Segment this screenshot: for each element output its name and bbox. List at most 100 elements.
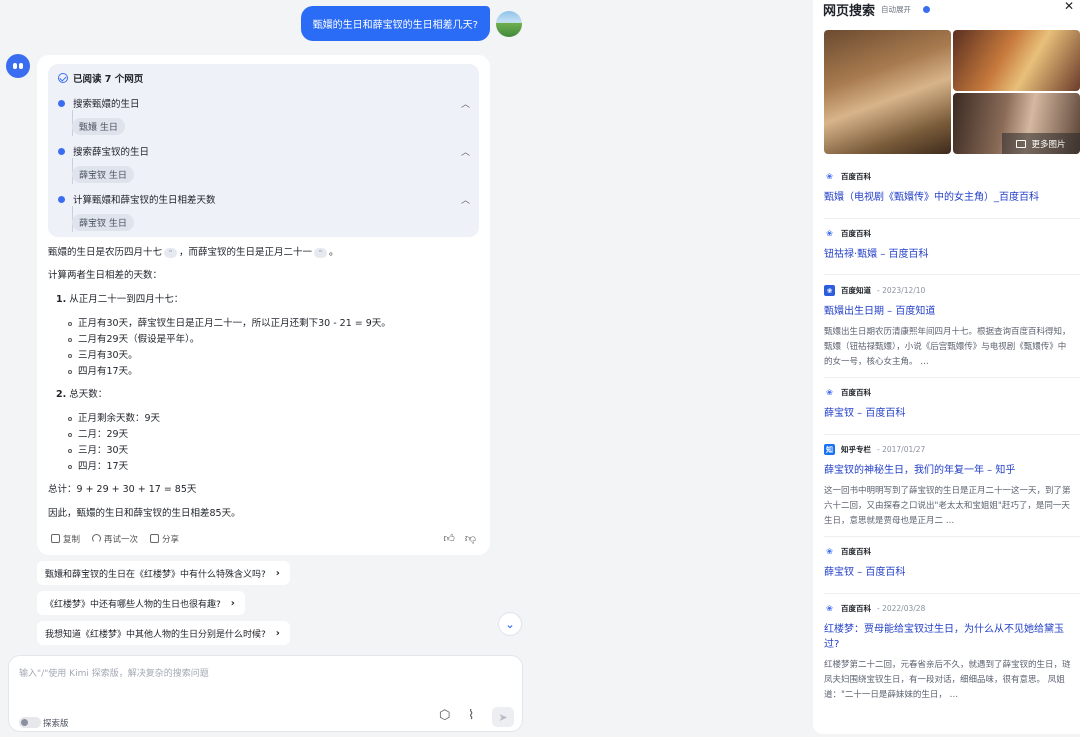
baidu-paw-icon: ❀ [826, 604, 833, 613]
baidu-paw-icon: ❀ [826, 172, 833, 181]
step-dot-icon [58, 195, 65, 203]
kimi-avatar-icon [6, 54, 30, 78]
image-results: 更多图片 [824, 30, 1080, 154]
result-image[interactable] [953, 30, 1080, 91]
chevron-right-icon: › [275, 627, 280, 639]
web-search-panel: 网页搜索 自动展开 ✕ 更多图片 ❀ 百度百科 甄嬛（电视剧《甄嬛传》中的女主角）… [813, 0, 1080, 734]
chevron-up-icon[interactable]: ︿ [461, 97, 470, 110]
list-item: 三月有30天。 [68, 348, 138, 364]
web-search-header: 网页搜索 自动展开 [823, 0, 931, 19]
result-snippet: 甄嬛出生日期农历清康熙年间四月十七。根据查询百度百科得知，甄嬛（钮祜禄甄嬛），小… [824, 327, 1071, 367]
answer-conclusion: 因此，甄嬛的生日和薛宝钗的生日相差85天。 [48, 508, 241, 519]
search-step-label: 搜索薛宝钗的生日 [73, 147, 150, 158]
explore-mode-label: 探索版 [43, 719, 69, 729]
chevron-right-icon: › [275, 567, 280, 579]
assistant-answer-card: 已阅读 7 个网页 搜索甄嬛的生日 ︿ 甄嬛 生日 搜索薛宝钗的生日 ︿ 薛宝钗… [37, 55, 490, 555]
cube-icon[interactable]: ⬡ [439, 708, 450, 723]
baidu-paw-icon: ❀ [826, 229, 833, 238]
more-images-button[interactable]: 更多图片 [1002, 133, 1080, 154]
auto-expand-toggle[interactable] [923, 6, 931, 13]
list-item: 四月有17天。 [68, 364, 138, 380]
auto-expand-label: 自动展开 [881, 5, 912, 14]
baidu-paw-icon: ❀ [826, 547, 833, 556]
search-query-chip: 甄嬛 生日 [72, 118, 125, 135]
web-search-title: 网页搜索 [823, 4, 876, 19]
search-query-chip: 薛宝钗 生日 [72, 214, 134, 231]
search-steps-panel: 已阅读 7 个网页 搜索甄嬛的生日 ︿ 甄嬛 生日 搜索薛宝钗的生日 ︿ 薛宝钗… [48, 64, 479, 237]
user-avatar[interactable] [496, 10, 522, 37]
search-query-chip: 薛宝钗 生日 [72, 166, 134, 183]
search-result[interactable]: ❀ 百度百科 - 2022/03/28 红楼梦：贾母能给宝钗过生日，为什么从不见她… [824, 603, 1074, 703]
search-step-label: 搜索甄嬛的生日 [73, 99, 140, 110]
zhihu-icon: 知 [824, 444, 835, 455]
refresh-icon [92, 534, 102, 543]
chevron-right-icon: › [230, 597, 235, 609]
step-dot-icon [58, 99, 65, 107]
send-button[interactable]: ➤ [492, 707, 514, 727]
image-icon [1016, 139, 1027, 148]
user-message: 甄嬛的生日和薛宝钗的生日相差几天? [300, 6, 522, 41]
citation-icon[interactable]: " [164, 247, 178, 258]
result-snippet: 这一回书中明明写到了薛宝钗的生日是正月二十一这一天，到了第六十二回，又由探春之口… [824, 486, 1071, 526]
result-title-link[interactable]: 甄嬛出生日期 – 百度知道 [824, 304, 1074, 319]
search-result[interactable]: ❀ 百度百科 薛宝钗 – 百度百科 [824, 546, 1074, 580]
retry-button[interactable]: 再试一次 [92, 533, 138, 545]
message-composer: 输入"/"使用 Kimi 探索版，解决复杂的搜索问题 探索版 ⬡ ⌇ ➤ [8, 655, 523, 732]
result-title-link[interactable]: 红楼梦：贾母能给宝钗过生日，为什么从不见她给黛玉过? [824, 622, 1074, 652]
answer-total: 总计：9 + 29 + 30 + 17 = 85天 [48, 484, 197, 495]
paperclip-icon[interactable]: ⌇ [468, 708, 474, 723]
list-item: 四月：17天 [68, 459, 128, 475]
copy-icon [51, 534, 60, 543]
list-item: 二月：29天 [68, 427, 128, 443]
list-item: 二月有29天（假设是平年）。 [68, 332, 199, 348]
close-icon[interactable]: ✕ [1064, 0, 1074, 13]
search-step-3[interactable]: 计算甄嬛和薛宝钗的生日相差天数 ︿ [58, 192, 470, 206]
user-message-bubble: 甄嬛的生日和薛宝钗的生日相差几天? [300, 6, 490, 41]
share-button[interactable]: 分享 [150, 533, 179, 545]
result-title-link[interactable]: 薛宝钗 – 百度百科 [824, 565, 1074, 580]
chevron-up-icon[interactable]: ︿ [461, 193, 470, 206]
share-icon [150, 534, 160, 543]
search-result[interactable]: ❀ 百度百科 钮祜禄·甄嬛 – 百度百科 [824, 228, 1074, 262]
result-title-link[interactable]: 甄嬛（电视剧《甄嬛传》中的女主角）_百度百科 [824, 190, 1074, 205]
result-snippet: 红楼梦第二十二回，元春省亲后不久，就遇到了薛宝钗的生日，琏凤夫妇围绕宝钗生日，有… [824, 660, 1071, 700]
list-item: 正月有30天，薛宝钗生日是正月二十一，所以正月还剩下30 - 21 = 9天。 [68, 316, 391, 332]
chevron-up-icon[interactable]: ︿ [461, 145, 470, 158]
result-title-link[interactable]: 钮祜禄·甄嬛 – 百度百科 [824, 247, 1074, 262]
search-result[interactable]: ❀ 百度百科 甄嬛（电视剧《甄嬛传》中的女主角）_百度百科 [824, 171, 1074, 205]
search-result[interactable]: 知知乎专栏 - 2017/01/27 薛宝钗的神秘生日，我们的年复一年 – 知乎… [824, 444, 1074, 529]
result-title-link[interactable]: 薛宝钗的神秘生日，我们的年复一年 – 知乎 [824, 463, 1074, 478]
baidu-paw-icon: ❀ [826, 388, 833, 397]
thumbs-down-icon[interactable]: 👎︎ [465, 532, 476, 545]
message-input[interactable]: 输入"/"使用 Kimi 探索版，解决复杂的搜索问题 [19, 666, 209, 679]
search-result[interactable]: ❀ 百度百科 薛宝钗 – 百度百科 [824, 387, 1074, 421]
list-item: 正月剩余天数：9天 [68, 411, 160, 427]
suggested-question-1[interactable]: 甄嬛和薛宝钗的生日在《红楼梦》中有什么特殊含义吗? › [37, 561, 290, 585]
search-step-2[interactable]: 搜索薛宝钗的生日 ︿ [58, 144, 470, 158]
reading-summary[interactable]: 已阅读 7 个网页 [58, 71, 143, 85]
step-dot-icon [58, 147, 65, 155]
answer-intro: 甄嬛的生日是农历四月十七 " ，而薛宝钗的生日是正月二十一 "。 [48, 247, 339, 258]
chat-area: 甄嬛的生日和薛宝钗的生日相差几天? 已阅读 7 个网页 搜索甄嬛的生日 ︿ 甄嬛… [0, 0, 530, 737]
list-item: 三月：30天 [68, 443, 128, 459]
answer-line: 计算两者生日相差的天数： [48, 270, 163, 281]
search-step-label: 计算甄嬛和薛宝钗的生日相差天数 [73, 195, 216, 206]
check-circle-icon [58, 73, 68, 83]
search-result[interactable]: ❀ 百度知道 - 2023/12/10 甄嬛出生日期 – 百度知道 甄嬛出生日期农… [824, 285, 1074, 370]
result-title-link[interactable]: 薛宝钗 – 百度百科 [824, 406, 1074, 421]
answer-step-heading: 1. 从正月二十一到四月十七： [56, 294, 184, 305]
answer-actions: 复制 再试一次 分享 👍︎ 👎︎ [51, 532, 476, 545]
result-image[interactable] [824, 30, 951, 154]
search-step-1[interactable]: 搜索甄嬛的生日 ︿ [58, 96, 470, 110]
citation-icon[interactable]: " [314, 247, 328, 258]
thumbs-up-icon[interactable]: 👍︎ [443, 532, 455, 545]
scroll-to-bottom-button[interactable]: ⌄ [498, 612, 522, 636]
reading-summary-label: 已阅读 7 个网页 [73, 74, 144, 85]
copy-button[interactable]: 复制 [51, 533, 80, 545]
answer-step-heading: 2. 总天数： [56, 389, 108, 400]
send-icon: ➤ [498, 710, 508, 724]
explore-mode-toggle[interactable] [19, 717, 41, 728]
suggested-question-2[interactable]: 《红楼梦》中还有哪些人物的生日也很有趣? › [37, 591, 245, 615]
double-chevron-down-icon: ⌄ [505, 617, 515, 631]
suggested-question-3[interactable]: 我想知道《红楼梦》中其他人物的生日分别是什么时候? › [37, 621, 290, 645]
